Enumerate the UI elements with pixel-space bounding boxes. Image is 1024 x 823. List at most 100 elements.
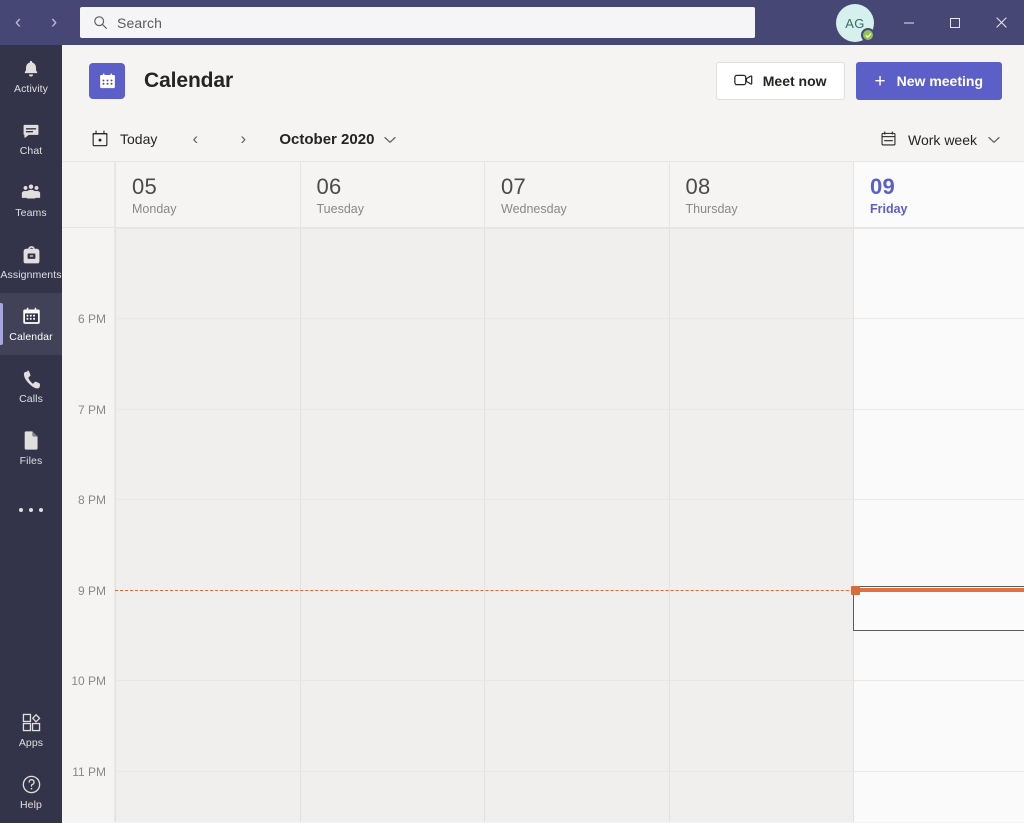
history-nav: ‹ › bbox=[0, 0, 72, 45]
search-placeholder: Search bbox=[117, 14, 162, 31]
chevron-down-icon bbox=[384, 132, 397, 147]
calendar-app: Calendar Meet now + New meeting Today ‹ … bbox=[62, 45, 1024, 823]
apps-icon bbox=[21, 712, 42, 734]
sidebar-item-files[interactable]: Files bbox=[0, 417, 62, 479]
hour-gridline bbox=[115, 318, 1024, 319]
today-button[interactable]: Today bbox=[91, 129, 157, 150]
window-controls bbox=[886, 0, 1024, 45]
hour-gridline bbox=[115, 771, 1024, 772]
calendar-grid-inner: 6 PM 7 PM 8 PM 9 PM 10 PM 11 PM bbox=[62, 228, 1024, 822]
calendar-toolbar: Today ‹ › October 2020 Work week bbox=[62, 117, 1024, 162]
day-name: Thursday bbox=[685, 202, 738, 216]
presence-available-icon bbox=[861, 28, 875, 42]
event-draft-box[interactable] bbox=[853, 586, 1024, 631]
calendar-header: Calendar Meet now + New meeting bbox=[62, 45, 1024, 117]
time-label: 7 PM bbox=[77, 403, 106, 417]
forward-button[interactable]: › bbox=[36, 0, 72, 45]
time-label: 6 PM bbox=[77, 312, 106, 326]
day-name: Monday bbox=[132, 202, 177, 216]
phone-icon bbox=[22, 368, 41, 390]
search-icon bbox=[91, 14, 109, 32]
time-label: 11 PM bbox=[72, 765, 106, 779]
sidebar-item-activity[interactable]: Activity bbox=[0, 45, 62, 107]
sidebar-item-label: Apps bbox=[18, 736, 44, 749]
sidebar-item-help[interactable]: Help bbox=[0, 761, 62, 823]
bell-icon bbox=[21, 58, 41, 80]
chevron-down-icon bbox=[988, 132, 1000, 147]
video-camera-icon bbox=[734, 73, 753, 90]
time-label: 10 PM bbox=[71, 674, 106, 688]
new-meeting-button[interactable]: + New meeting bbox=[855, 62, 1002, 100]
hour-gridline bbox=[115, 228, 1024, 229]
close-button[interactable] bbox=[978, 0, 1024, 45]
period-picker[interactable]: October 2020 bbox=[279, 131, 397, 148]
day-header-friday[interactable]: 09 Friday bbox=[853, 162, 1024, 227]
time-label: 9 PM bbox=[77, 584, 106, 598]
current-time-marker bbox=[851, 586, 860, 595]
day-name: Wednesday bbox=[501, 202, 567, 216]
back-button[interactable]: ‹ bbox=[0, 0, 36, 45]
title-bar: ‹ › Search AG bbox=[0, 0, 1024, 45]
day-header-thursday[interactable]: 08 Thursday bbox=[668, 162, 854, 227]
day-header-monday[interactable]: 05 Monday bbox=[115, 162, 300, 227]
sidebar-item-teams[interactable]: Teams bbox=[0, 169, 62, 231]
teams-icon bbox=[20, 182, 42, 204]
minimize-button[interactable] bbox=[886, 0, 932, 45]
page-title: Calendar bbox=[144, 69, 234, 92]
sidebar-item-label: Files bbox=[19, 454, 43, 467]
week-calendar-icon bbox=[880, 130, 897, 150]
dot-icon bbox=[29, 508, 33, 512]
files-icon bbox=[22, 430, 40, 452]
sidebar-bottom-group: Apps Help bbox=[0, 699, 62, 823]
previous-week-button[interactable]: ‹ bbox=[179, 123, 211, 155]
timezone-gutter bbox=[62, 162, 115, 227]
next-week-button[interactable]: › bbox=[227, 123, 259, 155]
dot-icon bbox=[39, 508, 43, 512]
sidebar-item-label: Assignments bbox=[0, 268, 62, 281]
sidebar-item-assignments[interactable]: Assignments bbox=[0, 231, 62, 293]
calendar-grid[interactable]: 6 PM 7 PM 8 PM 9 PM 10 PM 11 PM bbox=[62, 228, 1024, 822]
today-calendar-icon bbox=[91, 129, 109, 150]
day-number: 06 bbox=[316, 174, 342, 199]
help-icon bbox=[21, 774, 42, 796]
day-number: 05 bbox=[132, 174, 158, 199]
backpack-icon bbox=[22, 244, 41, 266]
sidebar-item-chat[interactable]: Chat bbox=[0, 107, 62, 169]
day-header-wednesday[interactable]: 07 Wednesday bbox=[484, 162, 669, 227]
chat-icon bbox=[21, 120, 41, 142]
day-number: 09 bbox=[870, 174, 896, 199]
day-header-tuesday[interactable]: 06 Tuesday bbox=[299, 162, 485, 227]
sidebar-item-apps[interactable]: Apps bbox=[0, 699, 62, 761]
sidebar-item-label: Activity bbox=[13, 82, 49, 95]
avatar[interactable]: AG bbox=[836, 4, 875, 42]
sidebar-more-button[interactable] bbox=[0, 479, 62, 541]
search-input[interactable]: Search bbox=[80, 7, 755, 38]
calendar-icon bbox=[21, 306, 42, 328]
hour-gridline bbox=[115, 499, 1024, 500]
time-gutter: 6 PM 7 PM 8 PM 9 PM 10 PM 11 PM bbox=[62, 228, 115, 822]
app-rail: Activity Chat Teams Assignments Calendar… bbox=[0, 45, 62, 823]
sidebar-item-calendar[interactable]: Calendar bbox=[0, 293, 62, 355]
day-header-row: 05 Monday 06 Tuesday 07 Wednesday 08 Thu… bbox=[62, 162, 1024, 228]
view-picker[interactable]: Work week bbox=[880, 124, 1000, 155]
maximize-button[interactable] bbox=[932, 0, 978, 45]
time-label: 8 PM bbox=[77, 493, 106, 507]
sidebar-item-label: Chat bbox=[19, 144, 43, 157]
meet-now-button[interactable]: Meet now bbox=[715, 62, 845, 100]
sidebar-item-calls[interactable]: Calls bbox=[0, 355, 62, 417]
dot-icon bbox=[19, 508, 23, 512]
view-label: Work week bbox=[908, 131, 977, 148]
day-name: Tuesday bbox=[316, 202, 364, 216]
day-number: 07 bbox=[501, 174, 527, 199]
plus-icon: + bbox=[874, 70, 886, 92]
day-number: 08 bbox=[685, 174, 711, 199]
sidebar-item-label: Teams bbox=[15, 206, 47, 219]
sidebar-item-label: Calendar bbox=[9, 330, 53, 343]
sidebar-item-label: Calls bbox=[19, 392, 43, 405]
day-name: Friday bbox=[870, 202, 908, 216]
current-time-bar bbox=[857, 588, 1024, 592]
hour-gridline bbox=[115, 680, 1024, 681]
header-actions: Meet now + New meeting bbox=[715, 62, 1002, 100]
new-meeting-label: New meeting bbox=[896, 73, 983, 89]
sidebar-item-label: Help bbox=[20, 798, 42, 811]
